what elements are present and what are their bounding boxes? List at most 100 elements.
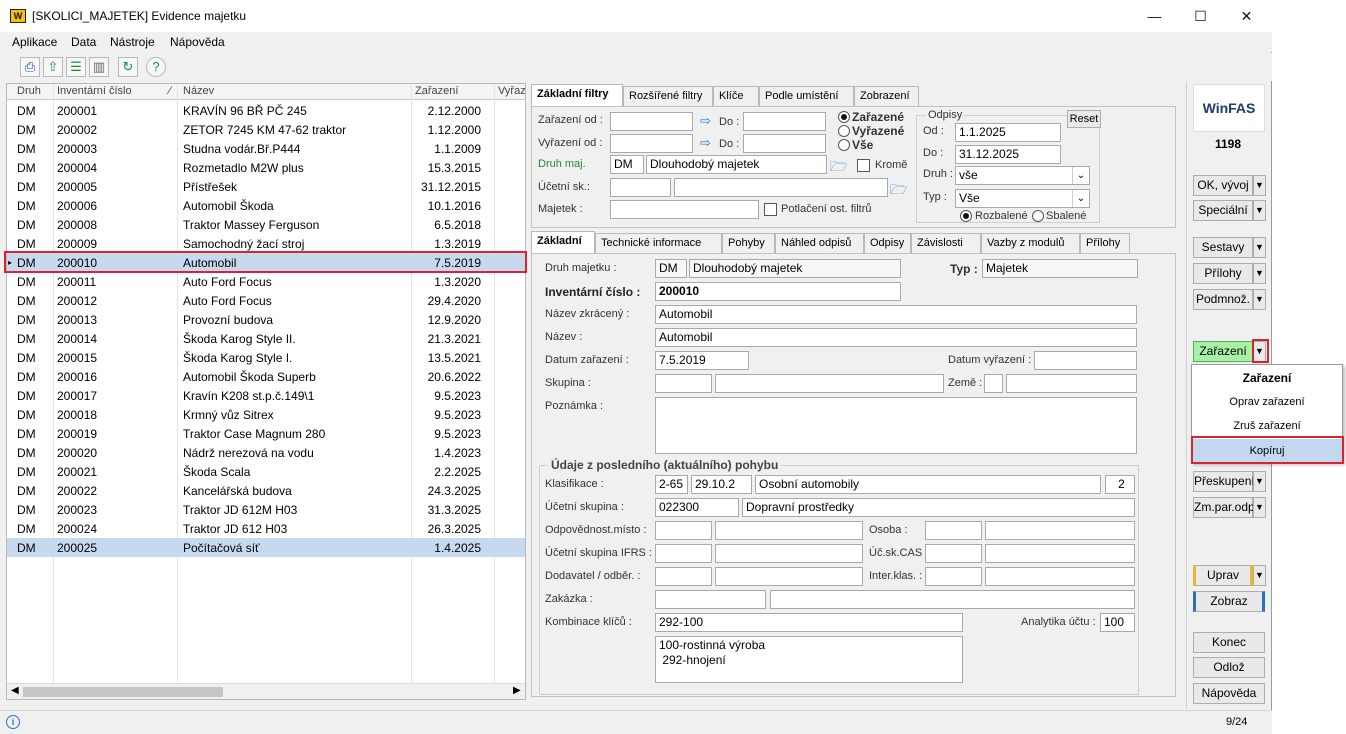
datum-zarazeni-input[interactable]: 7.5.2019 [655,351,749,370]
table-row[interactable]: DM 200022 Kancelářská budova 24.3.2025 [7,481,525,500]
konec-button[interactable]: Konec [1193,632,1265,653]
table-row[interactable]: DM 200017 Kravín K208 st.p.č.149\1 9.5.2023 [7,386,525,405]
info-icon[interactable]: i [6,715,20,729]
close-button[interactable]: ✕ [1224,0,1269,32]
menu-aplikace[interactable]: Aplikace [12,35,57,49]
list-icon[interactable]: ☰ [66,57,86,77]
krome-checkbox[interactable] [857,159,870,172]
dodavatel-code[interactable] [655,567,712,586]
zarazeni-do-input[interactable] [743,112,826,131]
druh-majetku-code[interactable]: DM [655,259,687,278]
table-row[interactable]: DM 200015 Škoda Karog Style I. 13.5.2021 [7,348,525,367]
tab-vazby-z-modulu[interactable]: Vazby z modulů [981,233,1080,253]
cas-name[interactable] [985,544,1135,563]
tab-podle-umisteni[interactable]: Podle umístění [759,86,854,106]
skupina-name[interactable] [715,374,944,393]
columns-icon[interactable]: ▥ [89,57,109,77]
odloz-button[interactable]: Odlož [1193,657,1265,678]
datum-vyrazeni-input[interactable] [1034,351,1137,370]
typ-value[interactable]: Majetek [982,259,1138,278]
zeme-name[interactable] [1006,374,1137,393]
osoba-name[interactable] [985,521,1135,540]
menu-napoveda[interactable]: Nápověda [170,35,225,49]
minimize-button[interactable]: — [1132,0,1177,32]
zm-par-odp-button[interactable]: Zm.par.odp [1193,497,1255,518]
help-icon[interactable]: ? [146,57,166,77]
preskupeni-dropdown[interactable]: ▼ [1253,471,1266,492]
podmnoz-button[interactable]: Podmnož. [1193,289,1253,310]
table-row[interactable]: DM 200016 Automobil Škoda Superb 20.6.2022 [7,367,525,386]
inventarni-cislo-input[interactable]: 200010 [655,282,901,301]
table-row[interactable]: DM 200001 KRAVÍN 96 BŘ PČ 245 2.12.2000 [7,101,525,120]
vyrazeni-do-input[interactable] [743,134,826,153]
zakazka-code[interactable] [655,590,766,609]
table-row[interactable]: DM 200014 Škoda Karog Style II. 21.3.2021 [7,329,525,348]
sestavy-dropdown[interactable]: ▼ [1253,237,1266,258]
dodavatel-name[interactable] [715,567,863,586]
klasifikace-code[interactable]: 2-65 [655,475,688,494]
potlaceni-checkbox[interactable] [764,203,777,216]
radio-rozbalene[interactable] [960,210,972,222]
table-row[interactable]: DM 200012 Auto Ford Focus 29.4.2020 [7,291,525,310]
table-row[interactable]: DM 200006 Automobil Škoda 10.1.2016 [7,196,525,215]
sestavy-button[interactable]: Sestavy [1193,237,1253,258]
odpisy-od-input[interactable]: 1.1.2025 [955,123,1061,142]
col-inventarni-cislo[interactable]: Inventární číslo [57,85,132,97]
uprav-dropdown[interactable]: ▼ [1253,565,1266,586]
specialni-button[interactable]: Speciální [1193,200,1253,221]
tab-odpisy[interactable]: Odpisy [864,233,911,253]
prilohy-button[interactable]: Přílohy [1193,263,1253,284]
radio-vse[interactable] [838,139,850,151]
prilohy-dropdown[interactable]: ▼ [1253,263,1266,284]
menu-nastroje[interactable]: Nástroje [110,35,155,49]
menu-item-zrus-zarazeni[interactable]: Zruš zařazení [1192,414,1342,438]
radio-zarazene[interactable] [838,111,850,123]
tab-technicke-informace[interactable]: Technické informace [595,233,722,253]
col-zarazeni[interactable]: Zařazení [415,85,458,97]
maximize-button[interactable]: ☐ [1178,0,1223,32]
tab-zakladni[interactable]: Základní [531,231,595,253]
inter-klas-name[interactable] [985,567,1135,586]
typ-select[interactable]: Vše ⌄ [955,189,1090,208]
skupina-code[interactable] [655,374,712,393]
col-druh[interactable]: Druh [17,85,41,97]
druh-maj-code[interactable]: DM [610,155,644,174]
zeme-code[interactable] [984,374,1003,393]
tab-pohyby[interactable]: Pohyby [722,233,775,253]
col-vyrazeni[interactable]: Vyřaz [498,85,525,97]
scroll-thumb[interactable] [23,687,223,697]
osoba-code[interactable] [925,521,982,540]
table-row[interactable]: DM 200005 Přístřešek 31.12.2015 [7,177,525,196]
tab-nahled-odpisu[interactable]: Náhled odpisů [775,233,864,253]
table-row[interactable]: DM 200003 Studna vodár.Bř.P444 1.1.2009 [7,139,525,158]
specialni-dropdown[interactable]: ▼ [1253,200,1266,221]
asset-grid[interactable]: Druh Inventární číslo ⁄ Název Zařazení V… [6,83,526,700]
table-row[interactable]: DM 200002 ZETOR 7245 KM 47-62 traktor 1.12.… [7,120,525,139]
menu-item-oprav-zarazeni[interactable]: Oprav zařazení [1192,390,1342,414]
horizontal-scrollbar[interactable]: ◀ ▶ [7,683,525,699]
tab-zavislosti[interactable]: Závislosti [911,233,981,253]
table-row[interactable]: DM 200024 Traktor JD 612 H03 26.3.2025 [7,519,525,538]
uprav-button[interactable]: Uprav [1193,565,1253,586]
preskupeni-button[interactable]: Přeskupení [1193,471,1255,492]
scroll-left-icon[interactable]: ◀ [11,685,19,696]
zobraz-button[interactable]: Zobraz [1193,591,1265,612]
ok-vyvoj-dropdown[interactable]: ▼ [1253,175,1266,196]
kombinace-klicu-input[interactable]: 292-100 [655,613,963,632]
ifrs-name[interactable] [715,544,863,563]
tab-klice[interactable]: Klíče [713,86,759,106]
napoveda-button[interactable]: Nápověda [1193,683,1265,704]
table-row[interactable]: DM 200023 Traktor JD 612M H03 31.3.2025 [7,500,525,519]
keys-list[interactable]: 100-rostinná výroba 292-hnojení [655,636,963,683]
ok-vyvoj-button[interactable]: OK, vývoj [1193,175,1253,196]
ucetni-skupina-name[interactable]: Dopravní prostředky [742,498,1135,517]
zarazeni-od-input[interactable] [610,112,693,131]
druh-maj-name[interactable]: Dlouhodobý majetek [646,155,827,174]
zm-par-odp-dropdown[interactable]: ▼ [1253,497,1266,518]
scroll-right-icon[interactable]: ▶ [513,685,521,696]
zarazeni-button[interactable]: Zařazení [1193,341,1253,362]
klasifikace-sub[interactable]: 29.10.2 [691,475,752,494]
nazev-input[interactable]: Automobil [655,328,1137,347]
analytika-uctu-input[interactable]: 100 [1100,613,1135,632]
menu-data[interactable]: Data [71,35,96,49]
